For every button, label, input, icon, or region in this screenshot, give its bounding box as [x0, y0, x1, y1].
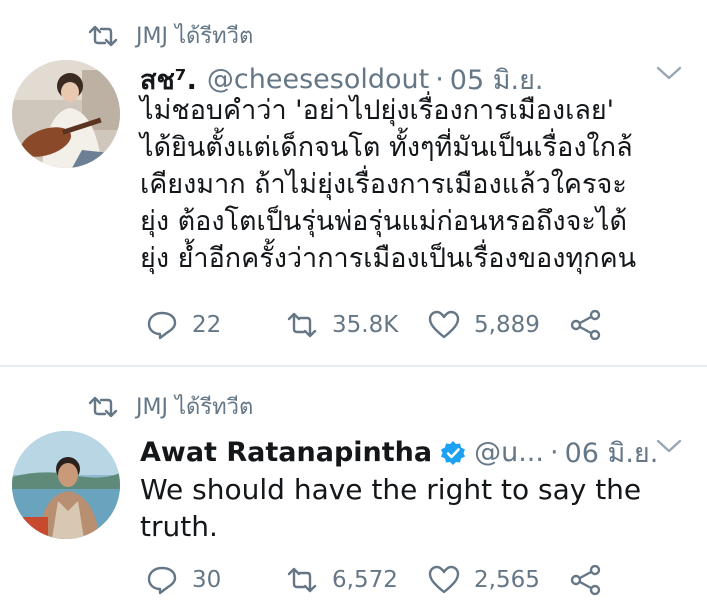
retweeted-by-text[interactable]: JMJ ได้รีทวีต — [136, 18, 253, 53]
avatar[interactable] — [12, 60, 120, 168]
tweet-text-line: ยุ่ง ต้องโตเป็นรุ่นพ่อรุ่นแม่ก่อนหรอถึงจ… — [140, 206, 628, 237]
chevron-down-icon[interactable] — [655, 64, 683, 82]
retweet-count: 6,572 — [332, 567, 398, 593]
tweet-date[interactable]: 06 มิ.ย. — [565, 431, 659, 474]
tweet-actions: 22 35.8K 5,889 — [146, 310, 616, 340]
retweet-icon — [287, 312, 317, 338]
retweet-icon — [287, 567, 317, 593]
tweet-text: ไม่ชอบคำว่า 'อย่าไปยุ่งเรื่องการเมืองเลย… — [140, 92, 688, 277]
reply-button[interactable]: 30 — [146, 565, 286, 595]
tweet-actions: 30 6,572 2,565 — [146, 565, 616, 595]
share-button[interactable] — [570, 310, 616, 340]
retweet-icon — [88, 396, 118, 417]
tweet-header: Awat Ratanapintha @u... · 06 มิ.ย. — [140, 431, 687, 474]
like-count: 2,565 — [474, 567, 540, 593]
heart-icon — [428, 310, 460, 339]
tweet-text-line: ยุ่ง ย้ำอีกครั้งว่าการเมืองเป็นเรื่องของ… — [140, 243, 637, 274]
tweet-text-line: We should have the right to say the — [140, 473, 642, 506]
tweet-text-line: truth. — [140, 510, 218, 543]
retweeted-by-text[interactable]: JMJ ได้รีทวีต — [136, 389, 253, 424]
display-name[interactable]: Awat Ratanapintha — [140, 437, 432, 468]
reply-count: 22 — [192, 312, 222, 338]
retweet-context: JMJ ได้รีทวีต — [88, 389, 253, 424]
retweet-count: 35.8K — [332, 312, 399, 338]
retweet-icon — [88, 25, 118, 46]
like-button[interactable]: 2,565 — [428, 565, 570, 595]
verified-badge-icon — [441, 440, 466, 465]
retweet-context: JMJ ได้รีทวีต — [88, 18, 253, 53]
like-count: 5,889 — [474, 312, 540, 338]
share-icon — [570, 565, 601, 595]
separator-dot: · — [549, 437, 559, 468]
separator-dot: · — [435, 64, 444, 95]
share-icon — [570, 310, 601, 340]
retweet-button[interactable]: 6,572 — [286, 565, 428, 595]
reply-button[interactable]: 22 — [146, 310, 286, 340]
tweet-text-line: เคียงมาก ถ้าไม่ยุ่งเรื่องการเมืองแล้วใคร… — [140, 169, 627, 200]
tweet-text-line: ได้ยินตั้งแต่เด็กจนโต ทั้งๆที่มันเป็นเรื… — [140, 132, 633, 163]
user-handle[interactable]: @u... — [474, 437, 544, 468]
reply-icon — [147, 566, 177, 595]
like-button[interactable]: 5,889 — [428, 310, 570, 340]
reply-count: 30 — [192, 567, 222, 593]
chevron-down-icon[interactable] — [655, 437, 683, 455]
tweet-card[interactable]: JMJ ได้รีทวีต Awat Ratanapintha @u... · … — [0, 367, 707, 616]
heart-icon — [428, 565, 460, 594]
tweet-card[interactable]: JMJ ได้รีทวีต สช⁷. @cheesesoldout · 05 ม… — [0, 0, 707, 365]
reply-icon — [147, 311, 177, 340]
tweet-text: We should have the right to say the trut… — [140, 471, 688, 545]
retweet-button[interactable]: 35.8K — [286, 310, 428, 340]
tweet-text-line: ไม่ชอบคำว่า 'อย่าไปยุ่งเรื่องการเมืองเลย… — [140, 95, 615, 126]
user-handle[interactable]: @cheesesoldout — [207, 64, 429, 95]
share-button[interactable] — [570, 565, 616, 595]
avatar[interactable] — [12, 431, 120, 539]
